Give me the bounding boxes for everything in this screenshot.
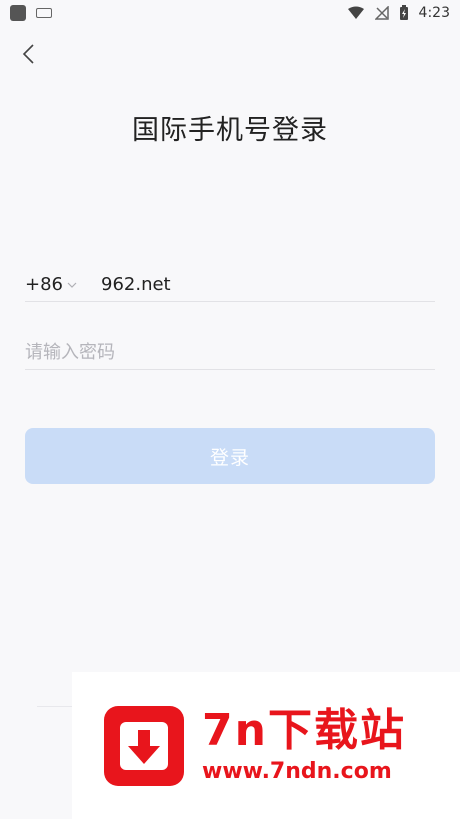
app-notification-icon: [10, 5, 26, 21]
watermark-banner: 7n下载站 www.7ndn.com: [72, 672, 460, 819]
phone-input[interactable]: 962.net: [101, 274, 171, 295]
back-button[interactable]: [12, 38, 44, 70]
no-signal-icon: [374, 6, 389, 20]
country-code-selector[interactable]: +86: [25, 274, 63, 295]
wifi-icon: [347, 6, 364, 19]
download-arrow-icon: [104, 705, 184, 786]
chevron-left-icon: [22, 44, 34, 64]
watermark-url: www.7ndn.com: [202, 758, 392, 784]
password-input[interactable]: [25, 342, 435, 363]
status-time: 4:23: [418, 5, 450, 21]
battery-charging-icon: [399, 5, 408, 20]
status-left: [10, 5, 52, 21]
status-bar: 4:23: [0, 0, 460, 26]
status-right: 4:23: [347, 5, 450, 21]
phone-row: +86 962.net: [25, 268, 435, 302]
watermark-brand: 7n下载站: [202, 704, 406, 756]
watermark-text: 7n下载站 www.7ndn.com: [202, 705, 406, 787]
password-row: [25, 336, 435, 370]
login-button[interactable]: 登录: [25, 428, 435, 484]
chevron-down-icon[interactable]: [67, 282, 77, 288]
page-title: 国际手机号登录: [132, 115, 328, 146]
keyboard-icon: [36, 8, 52, 18]
